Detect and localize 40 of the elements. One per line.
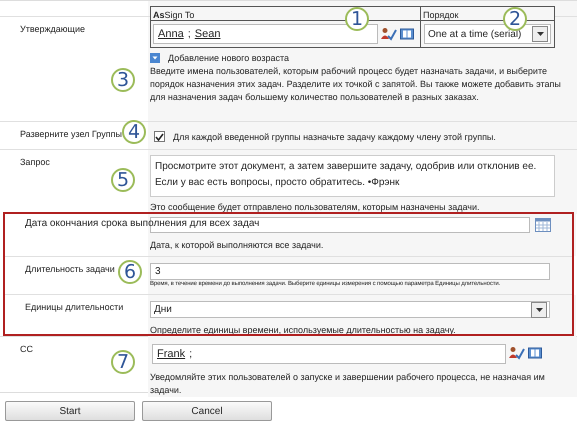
calendar-icon[interactable]	[535, 218, 551, 232]
help-text: Уведомляйте этих пользователей о запуске и завершении рабочего процесса, не назначая им задачи.	[150, 371, 546, 397]
dropdown-arrow-icon	[536, 308, 542, 312]
field-label: Запрос	[20, 157, 50, 167]
field-label: CC	[20, 344, 33, 354]
field-label: Разверните узел Группы	[20, 129, 122, 139]
separator: ;	[188, 28, 191, 40]
checkbox[interactable]	[154, 131, 165, 142]
add-stage-link[interactable]: Добавление нового возраста	[168, 53, 289, 63]
callout-number: 3	[111, 68, 135, 92]
help-text: Определите единицы времени, используемые длительностью на задачу.	[150, 324, 457, 337]
separator: ;	[189, 348, 192, 360]
checkmark-icon	[155, 132, 164, 140]
field-label: Утверждающие	[20, 24, 85, 34]
field-label: Единицы длительности	[25, 302, 124, 312]
units-dropdown[interactable]: Дни	[150, 301, 550, 318]
person-link[interactable]: Sean	[194, 28, 220, 40]
field-label: Длительность задачи	[25, 264, 115, 274]
callout-number: 7	[111, 350, 135, 374]
cc-field[interactable]: Frank ;	[152, 344, 506, 364]
callout-number: 6	[118, 260, 142, 284]
people-field[interactable]: Anna ; Sean	[153, 24, 378, 44]
duration-field[interactable]: 3	[150, 263, 550, 280]
form-button[interactable]: Cancel	[142, 401, 272, 421]
help-text: Это сообщение будет отправлено пользователям, которым назначены задачи.	[150, 201, 480, 214]
callout-number: 4	[122, 120, 146, 144]
field-label: Дата окончания срока выполнения для всех задач	[25, 218, 260, 229]
person-link[interactable]: Anna	[158, 28, 184, 40]
help-text: Введите имена пользователей, которым рабочий процесс будет назначать задачи, и выберите порядок назначения этих задач. Разделите их точкой с запятой. Вы также можете добавить этапы для назначения задач большему количество пользователей в разных заказах.	[150, 65, 562, 104]
form-button[interactable]: Start	[5, 401, 135, 421]
callout-number: 5	[111, 168, 135, 192]
add-stage-icon[interactable]	[150, 53, 160, 63]
check-names-icon[interactable]	[381, 27, 397, 41]
dropdown-arrow-icon	[536, 32, 544, 36]
checkbox-label: Для каждой введенной группы назначьте задачу каждому члену этой группы.	[173, 132, 496, 142]
order-dropdown[interactable]: One at a time (serial)	[424, 24, 551, 44]
person-link[interactable]: Frank	[157, 348, 186, 360]
request-textarea[interactable]: Просмотрите этот документ, а затем завершите задачу, одобрив или отклонив ее. Если у вас есть вопросы, просто обратитесь. •Фрэнк	[150, 155, 555, 197]
help-text: Дата, к которой выполняются все задачи.	[150, 239, 324, 252]
check-names-icon[interactable]	[509, 346, 525, 360]
